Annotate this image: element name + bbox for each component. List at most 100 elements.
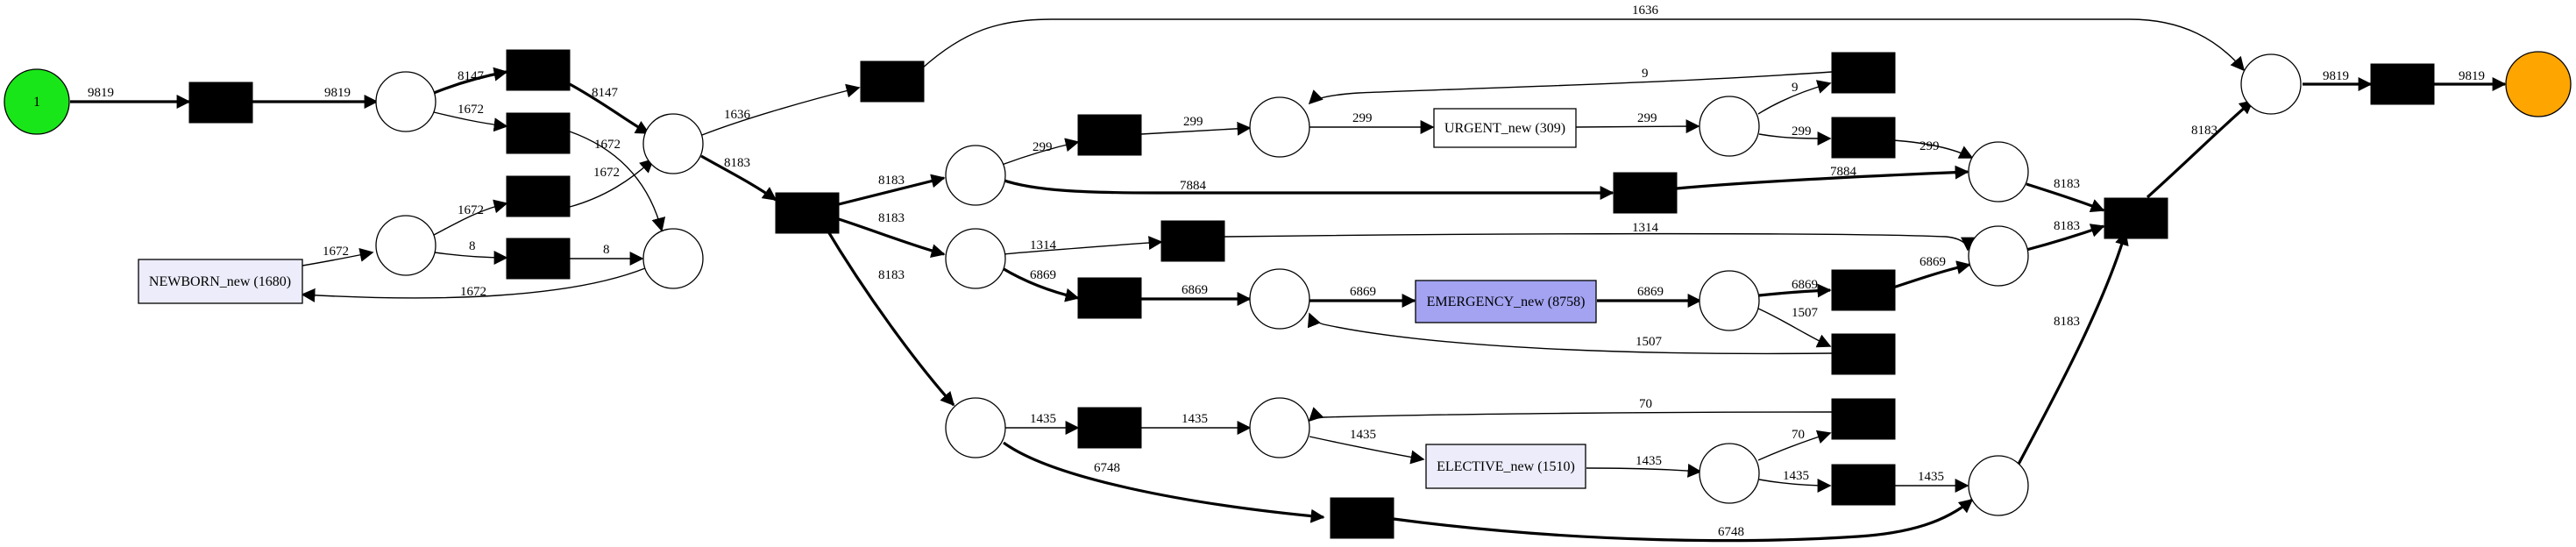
start-place-label: 1 (33, 95, 40, 110)
arc (1393, 498, 1974, 543)
arc-label: 6869 (1637, 285, 1664, 299)
silent-transition (1831, 117, 1896, 159)
place (1249, 96, 1310, 158)
silent-transition (506, 238, 571, 280)
arc-label: 1314 (1030, 238, 1057, 252)
arc-label: 6869 (1920, 255, 1946, 269)
arc-label: 6869 (1182, 283, 1208, 297)
arc (1308, 71, 1833, 105)
transitions (188, 49, 2435, 539)
arc (1574, 119, 1700, 134)
activity-nodes: NEWBORN_new (1680) URGENT_new (309) EMER… (138, 108, 1597, 489)
place (642, 228, 704, 289)
arc-label: 8183 (878, 174, 905, 188)
place (945, 145, 1006, 206)
place (642, 113, 704, 174)
arc-label: 1672 (458, 203, 484, 217)
arc-label: 299 (1183, 115, 1203, 129)
arc-label: 1672 (460, 285, 486, 299)
arc-label: 299 (1637, 111, 1657, 125)
arc (1676, 165, 1969, 190)
activity-elective-label: ELECTIVE_new (1510) (1437, 459, 1575, 474)
arc-label: 7884 (1830, 165, 1857, 179)
arc-label: 1435 (1918, 470, 1944, 484)
silent-transition (506, 112, 571, 154)
arc-label: 9 (1642, 67, 1649, 81)
arc-label: 8147 (458, 69, 485, 83)
arc-label: 8183 (2054, 177, 2080, 191)
arc-label: 1672 (594, 138, 621, 152)
arc-label: 1314 (1632, 221, 1659, 235)
place (945, 397, 1006, 458)
arc-label: 6869 (1030, 268, 1056, 282)
place (1968, 225, 2029, 287)
arc-label: 6748 (1094, 461, 1120, 475)
arc-label: 1507 (1636, 335, 1663, 349)
arc-label: 8 (469, 239, 476, 253)
arc-label: 6869 (1350, 285, 1376, 299)
place (1249, 268, 1310, 330)
arc-label: 1435 (1636, 454, 1662, 468)
arc (1140, 121, 1252, 136)
process-map-diagram: 9819 9819 8147 1672 8147 1672 1672 1672 … (4, 4, 2572, 543)
place (1968, 141, 2029, 202)
silent-transition (1160, 220, 1225, 262)
arc-label: 9819 (2323, 69, 2349, 83)
arc-label: 9 (1792, 81, 1799, 95)
arc (2014, 231, 2129, 470)
place (1699, 96, 1760, 157)
arc-label: 299 (1352, 111, 1373, 125)
activity-newborn-label: NEWBORN_new (1680) (149, 274, 291, 289)
arc-label: 6748 (1718, 525, 1744, 539)
arc-label: 8147 (592, 86, 619, 100)
arc-label: 7884 (1180, 179, 1207, 193)
end-place (2505, 51, 2572, 117)
arc-label: 70 (1639, 397, 1652, 411)
place (2240, 53, 2302, 115)
silent-transition (1831, 398, 1896, 440)
silent-transition (2104, 197, 2168, 239)
arc (2146, 99, 2254, 199)
silent-transition (1077, 114, 1142, 156)
silent-transition (1831, 464, 1896, 506)
place (375, 71, 436, 132)
arc-label: 1672 (458, 103, 484, 117)
arc-label: 9819 (324, 86, 351, 100)
arc-label: 299 (1920, 139, 1940, 153)
arc-label: 8 (603, 243, 610, 257)
silent-transition (1077, 277, 1142, 319)
arc-label: 1636 (724, 108, 751, 122)
place (1699, 443, 1760, 504)
silent-transition (775, 192, 840, 234)
arc-label: 9819 (2459, 69, 2485, 83)
silent-transition (2370, 63, 2435, 105)
silent-transition (1613, 172, 1678, 214)
arc (1308, 407, 1833, 423)
place (1968, 455, 2029, 516)
activity-emergency-label: EMERGENCY_new (8758) (1427, 295, 1586, 309)
place (1699, 270, 1760, 331)
arc-label: 299 (1033, 140, 1053, 154)
silent-transition (188, 82, 253, 124)
silent-transition (506, 175, 571, 217)
arc-label: 1435 (1030, 412, 1056, 426)
arc-label: 1435 (1182, 412, 1208, 426)
silent-transition (860, 60, 925, 103)
silent-transition (1831, 52, 1896, 94)
arc-label: 6869 (1792, 278, 1818, 292)
arc-label: 8183 (724, 156, 750, 170)
silent-transition (1831, 333, 1896, 375)
arc-label: 1636 (1632, 4, 1659, 18)
silent-transition (506, 49, 571, 91)
place (375, 215, 436, 276)
activity-urgent-label: URGENT_new (309) (1444, 121, 1565, 136)
arc-label: 1672 (593, 166, 620, 180)
arc-label: 70 (1792, 428, 1805, 442)
arc-label: 8183 (878, 268, 905, 282)
place (945, 228, 1006, 289)
arc-label: 1672 (323, 245, 349, 259)
arc-label: 1435 (1350, 428, 1376, 442)
arc-label: 1435 (1783, 469, 1809, 483)
arc-label: 8183 (2191, 124, 2218, 138)
arc (1002, 236, 1163, 255)
